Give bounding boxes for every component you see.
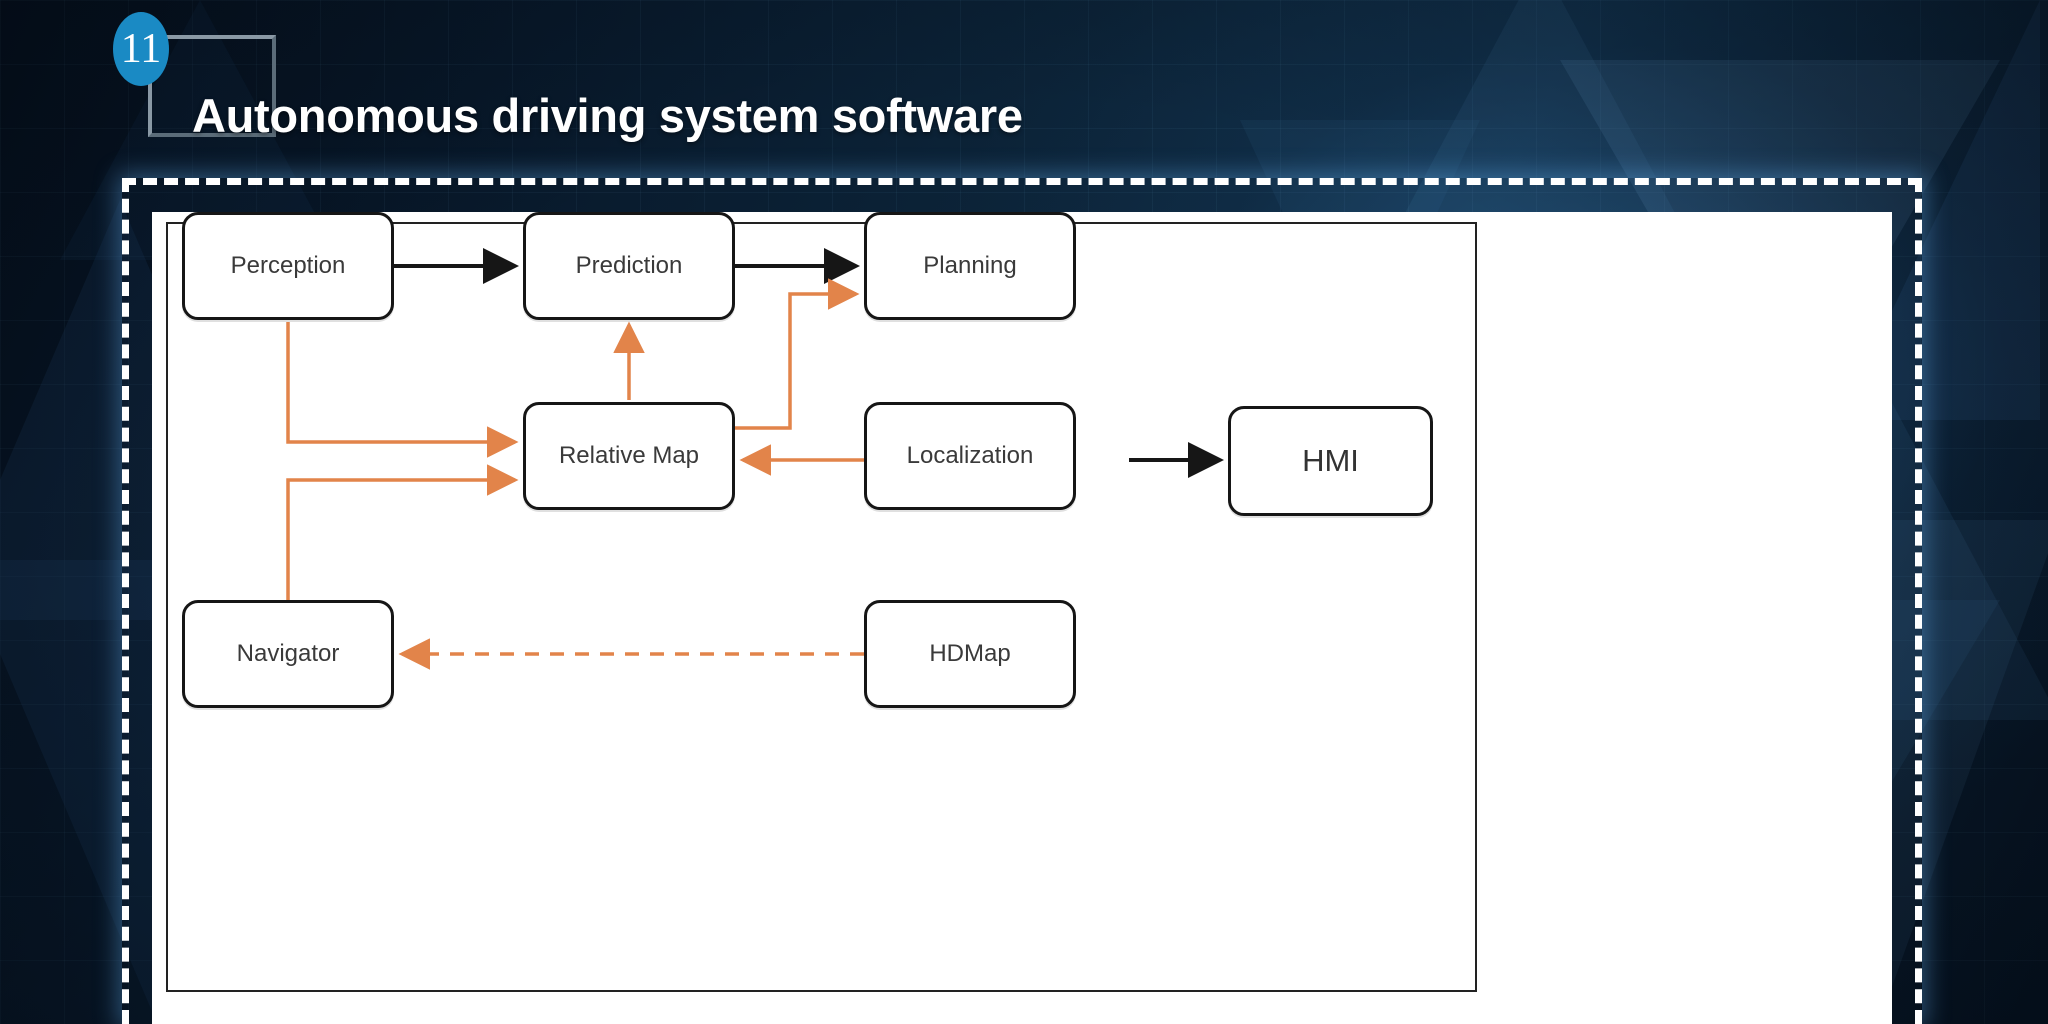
node-hdmap[interactable]: HDMap bbox=[864, 600, 1076, 708]
slide-number-badge: 11 bbox=[113, 12, 169, 86]
node-localization[interactable]: Localization bbox=[864, 402, 1076, 510]
node-perception[interactable]: Perception bbox=[182, 212, 394, 320]
page-title: Autonomous driving system software bbox=[192, 89, 1023, 142]
node-hmi[interactable]: HMI bbox=[1228, 406, 1433, 516]
node-navigator[interactable]: Navigator bbox=[182, 600, 394, 708]
node-planning[interactable]: Planning bbox=[864, 212, 1076, 320]
edge-navigator-to-relative-map bbox=[286, 464, 519, 600]
architecture-diagram: Perception Prediction Planning Relative … bbox=[152, 212, 1892, 1024]
edge-relative-map-to-planning bbox=[735, 278, 860, 430]
slide-canvas: 11 Autonomous driving system software Pe… bbox=[0, 0, 2048, 1024]
node-relative-map[interactable]: Relative Map bbox=[523, 402, 735, 510]
node-prediction[interactable]: Prediction bbox=[523, 212, 735, 320]
edge-perception-to-relative-map bbox=[286, 322, 519, 458]
